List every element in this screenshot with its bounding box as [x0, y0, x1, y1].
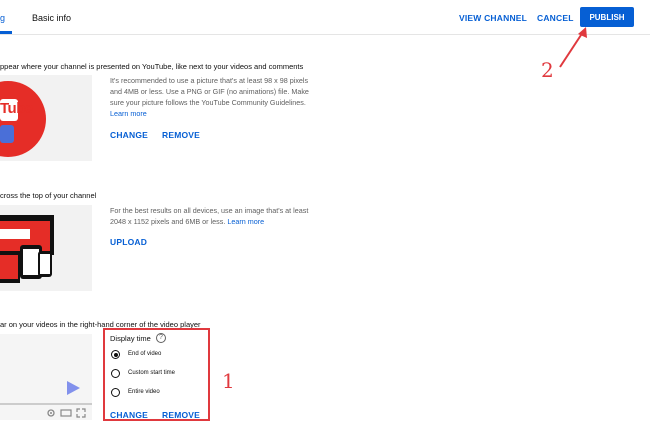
picture-section-title: ppear where your channel is presented on… — [0, 62, 304, 71]
radio-end-of-video[interactable] — [111, 350, 120, 359]
picture-change-button[interactable]: CHANGE — [110, 130, 148, 140]
theater-mode-icon — [60, 409, 72, 417]
banner-upload-button[interactable]: UPLOAD — [110, 237, 147, 247]
picture-description: It's recommended to use a picture that's… — [110, 76, 309, 118]
cancel-button[interactable]: CANCEL — [537, 13, 574, 23]
devices-icon — [0, 215, 54, 283]
picture-remove-button[interactable]: REMOVE — [162, 130, 200, 140]
help-icon[interactable]: ? — [156, 333, 166, 343]
profile-picture-logo-text: Tube — [0, 100, 33, 117]
banner-description: For the best results on all devices, use… — [110, 206, 309, 226]
video-player-preview — [0, 334, 92, 420]
fullscreen-icon — [76, 408, 86, 418]
radio-entire-video[interactable] — [111, 388, 120, 397]
tab-branding[interactable]: g — [0, 13, 5, 23]
profile-picture-preview: Tube — [0, 75, 92, 161]
radio-label-entire-video: Entire video — [128, 389, 160, 395]
watermark-change-button[interactable]: CHANGE — [110, 410, 148, 420]
annotation-step-1: 1 — [222, 369, 235, 393]
picture-learn-more-link[interactable]: Learn more — [110, 109, 147, 118]
banner-section-title: cross the top of your channel — [0, 191, 97, 200]
view-channel-button[interactable]: VIEW CHANNEL — [459, 13, 527, 23]
settings-gear-icon — [47, 409, 55, 417]
tab-basic-info[interactable]: Basic info — [32, 13, 71, 23]
radio-custom-start-time[interactable] — [111, 369, 120, 378]
display-time-label: Display time — [110, 334, 151, 343]
annotation-arrow-icon — [559, 27, 587, 68]
banner-image-preview — [0, 205, 92, 291]
watermark-remove-button[interactable]: REMOVE — [162, 410, 200, 420]
radio-label-custom-start-time: Custom start time — [128, 370, 176, 376]
radio-label-end-of-video: End of video — [128, 351, 162, 357]
banner-learn-more-link[interactable]: Learn more — [227, 217, 264, 226]
annotation-step-2: 2 — [541, 58, 554, 82]
profile-picture-image — [0, 81, 46, 157]
